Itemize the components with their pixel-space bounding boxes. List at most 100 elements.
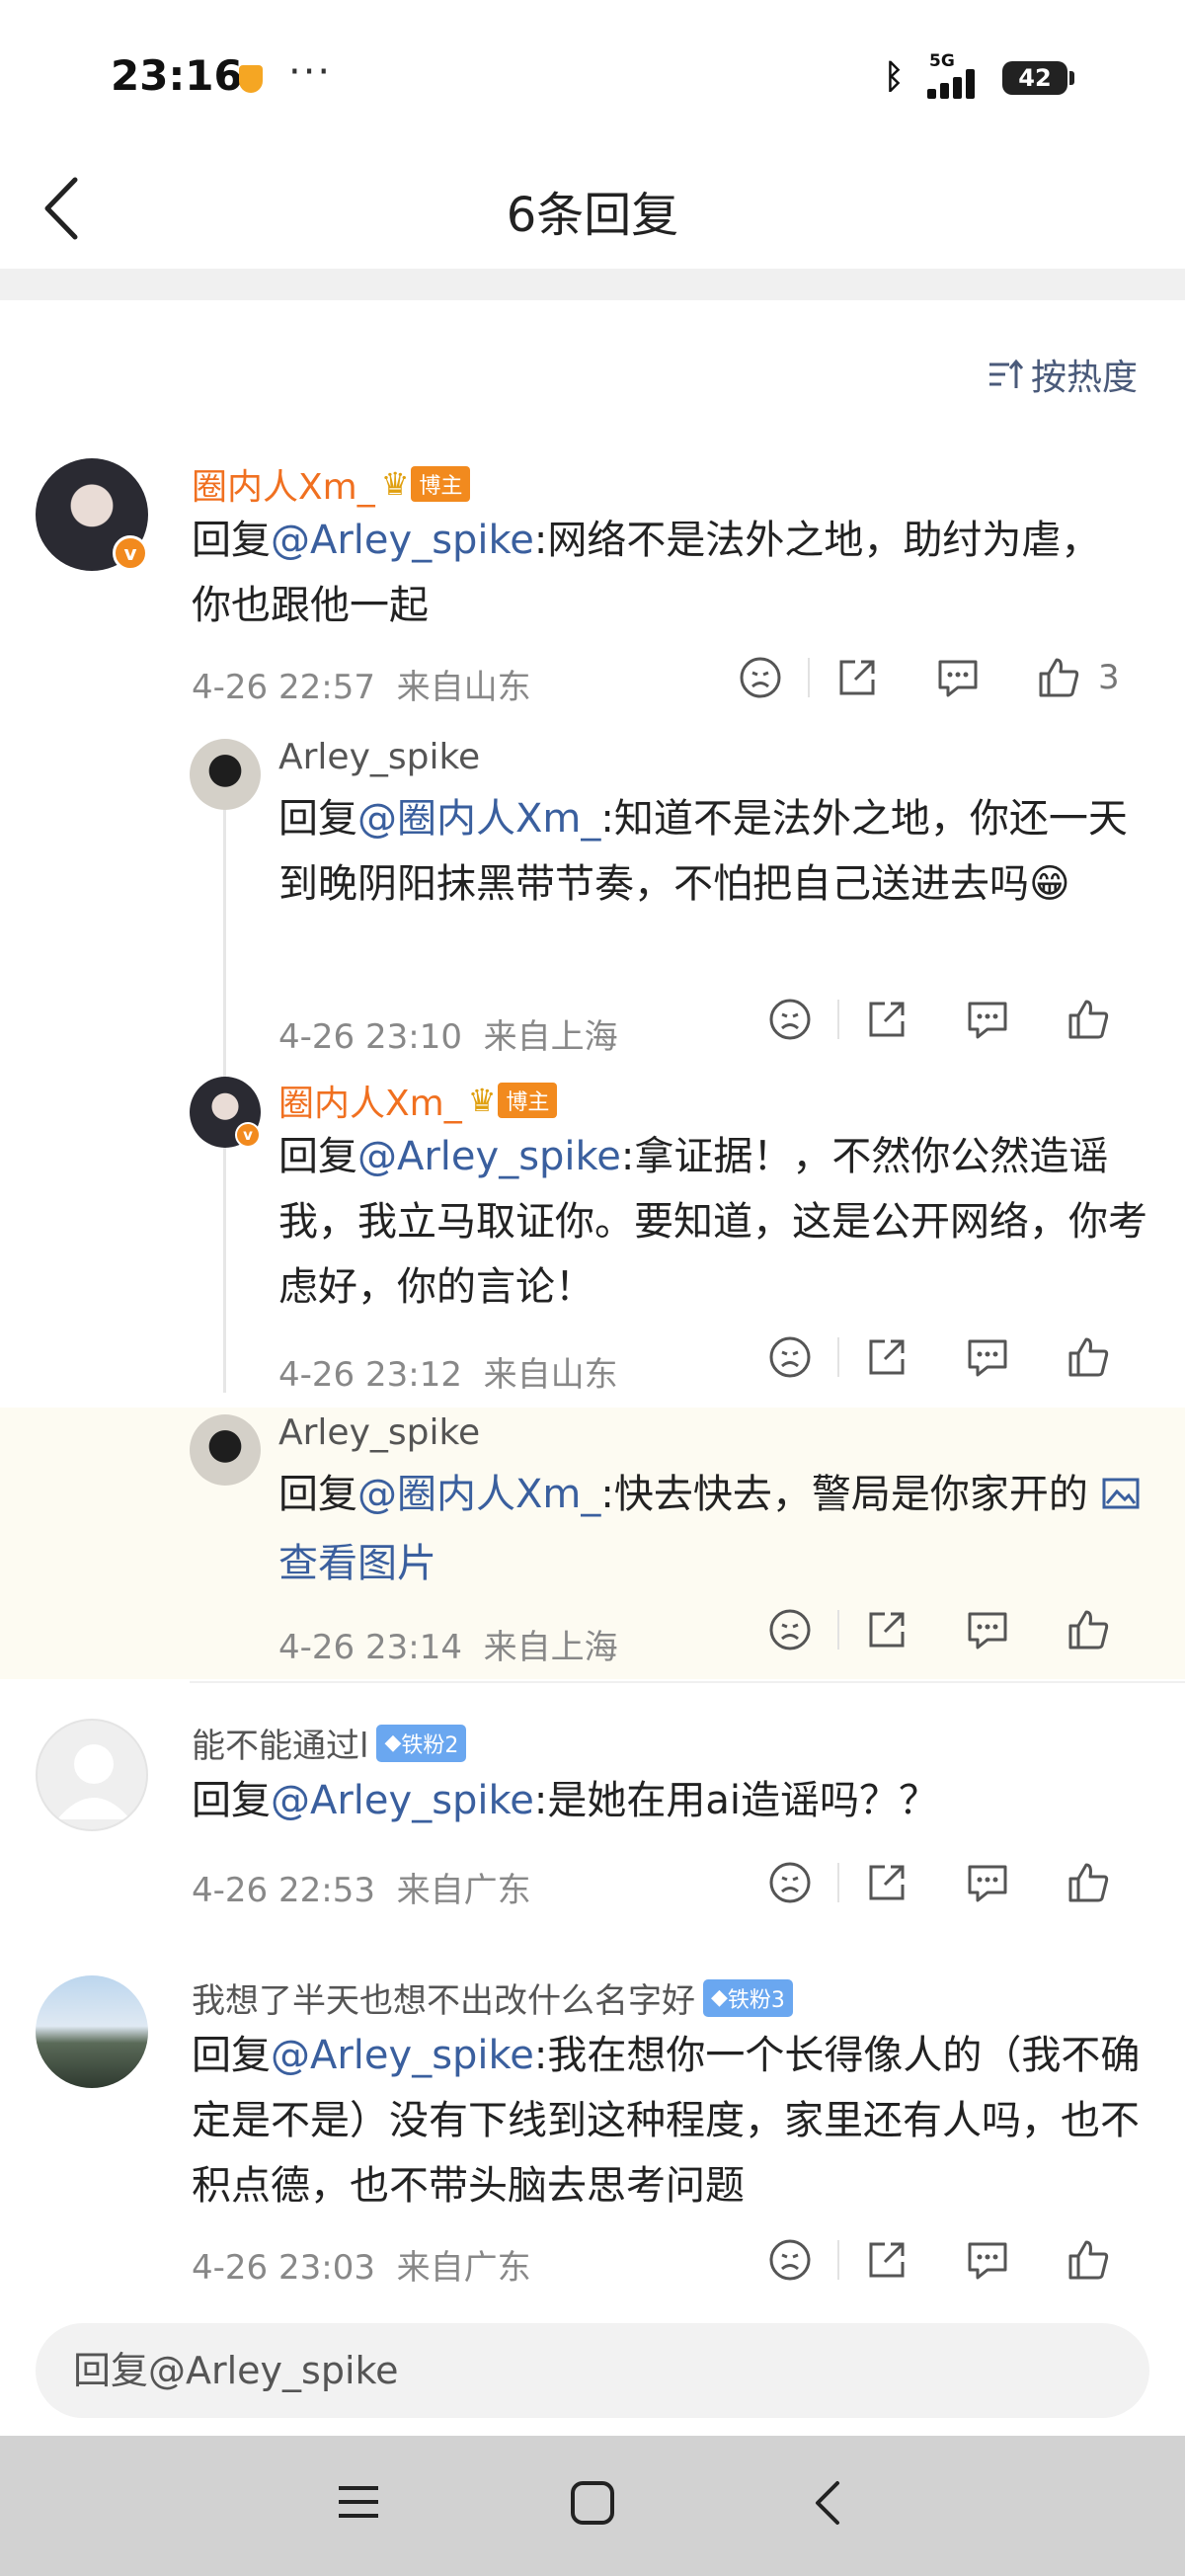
dislike-icon[interactable] [762, 2238, 818, 2282]
share-icon[interactable] [830, 656, 885, 699]
like-icon[interactable] [1061, 2238, 1116, 2282]
comment-header: 能不能通过l ◆ 铁粉2 [192, 1719, 467, 1767]
signal-icon [927, 69, 990, 99]
username[interactable]: 我想了半天也想不出改什么名字好 [192, 1973, 695, 2022]
diamond-icon: ◆ [711, 1985, 728, 2010]
like-icon[interactable] [1031, 656, 1086, 699]
system-nav-bar [0, 2436, 1185, 2576]
comment-icon[interactable] [960, 1335, 1015, 1379]
share-icon[interactable] [859, 1861, 914, 1904]
comment-header: Arley_spike [278, 737, 480, 777]
comment-text: 回复@Arley_spike:我在想你一个长得像人的（我不确定是不是）没有下线到… [192, 2033, 1141, 2209]
like-icon[interactable] [1061, 1861, 1116, 1904]
share-icon[interactable] [859, 2238, 914, 2282]
comment-actions [762, 1608, 1116, 1651]
comment-meta: 4-26 23:03 来自广东 [192, 2240, 531, 2289]
share-icon[interactable] [859, 998, 914, 1041]
battery-icon [1069, 71, 1074, 85]
crown-icon: ♛ [380, 465, 410, 503]
status-icons: ᛒ 5G 42 [884, 51, 1081, 101]
comment-location: 来自上海 [483, 1628, 618, 1667]
sort-icon [989, 359, 1023, 388]
mention-link[interactable]: @Arley_spike [271, 1778, 534, 1823]
menu-icon[interactable] [336, 2479, 381, 2529]
verified-badge-icon: v [235, 1122, 261, 1148]
comment-text: 回复@Arley_spike:网络不是法外之地，助纣为虐，你也跟他一起 [192, 518, 1101, 628]
comment-header: Arley_spike [278, 1412, 480, 1453]
comment-meta: 4-26 23:12 来自山东 [278, 1347, 618, 1396]
shield-icon [239, 65, 263, 93]
comment-actions [762, 1861, 1116, 1904]
avatar[interactable] [190, 1414, 261, 1486]
fan-badge: ◆ 铁粉3 [703, 1978, 793, 2017]
share-icon[interactable] [859, 1335, 914, 1379]
dislike-icon[interactable] [762, 1335, 818, 1379]
mention-link[interactable]: @圈内人Xm_ [357, 796, 600, 842]
comment-text: 回复@圈内人Xm_:知道不是法外之地，你还一天到晚阴阳抹黑带节奏，不怕把自己送进… [278, 796, 1128, 907]
dislike-icon[interactable] [762, 1861, 818, 1904]
comment-time: 4-26 22:53 [192, 1871, 375, 1910]
fan-badge: ◆ 铁粉2 [376, 1724, 467, 1762]
comment-time: 4-26 23:12 [278, 1355, 462, 1395]
avatar[interactable] [36, 1975, 148, 2088]
comment-meta: 4-26 22:53 来自广东 [192, 1863, 531, 1911]
like-icon[interactable] [1061, 998, 1116, 1041]
bluetooth-icon: ᛒ [884, 57, 905, 97]
status-bar: 23:16 ··· ᛒ 5G 42 [0, 0, 1185, 148]
avatar[interactable] [36, 1719, 148, 1831]
dislike-icon[interactable] [733, 656, 788, 699]
network-label: 5G [929, 51, 955, 71]
comment-icon[interactable] [930, 656, 986, 699]
comment-time: 4-26 23:10 [278, 1017, 462, 1057]
comment-location: 来自广东 [396, 2248, 531, 2288]
username[interactable]: Arley_spike [278, 1412, 480, 1453]
comment-time: 4-26 23:14 [278, 1628, 462, 1667]
username[interactable]: 能不能通过l [192, 1719, 368, 1767]
nav-back-icon[interactable] [808, 2479, 847, 2531]
comment-location: 来自山东 [483, 1355, 618, 1395]
reply-input[interactable]: 回复@Arley_spike [36, 2323, 1149, 2418]
comment-actions [762, 1335, 1116, 1379]
like-count: 3 [1098, 658, 1120, 697]
blogger-badge: ♛ 博主 [381, 465, 471, 503]
row-divider [190, 1681, 1185, 1683]
comment-text: 回复@Arley_spike:拿证据！，不然你公然造谣我，我立马取证你。要知道，… [278, 1134, 1147, 1310]
page-title: 6条回复 [506, 188, 679, 243]
comment-actions: 3 [733, 656, 1120, 699]
mention-link[interactable]: @圈内人Xm_ [357, 1472, 600, 1517]
blogger-badge: ♛ 博主 [468, 1082, 558, 1119]
battery-level: 42 [1002, 61, 1067, 95]
comment-header: 我想了半天也想不出改什么名字好 ◆ 铁粉3 [192, 1973, 793, 2022]
comment-meta: 4-26 23:10 来自上海 [278, 1009, 618, 1058]
mention-link[interactable]: @Arley_spike [271, 2033, 534, 2078]
comment-time: 4-26 23:03 [192, 2248, 375, 2288]
like-icon[interactable] [1061, 1608, 1116, 1651]
status-time: 23:16 [111, 51, 243, 100]
mention-link[interactable]: @Arley_spike [357, 1134, 621, 1179]
comment-meta: 4-26 23:14 来自上海 [278, 1620, 618, 1668]
home-icon[interactable] [569, 2479, 616, 2531]
comment-location: 来自广东 [396, 1871, 531, 1910]
mention-link[interactable]: @Arley_spike [271, 518, 534, 563]
sort-button[interactable]: 按热度 [988, 350, 1138, 399]
comment-meta: 4-26 22:57 来自山东 [192, 660, 531, 708]
like-icon[interactable] [1061, 1335, 1116, 1379]
comment-icon[interactable] [960, 1861, 1015, 1904]
more-dots: ··· [288, 49, 333, 95]
comment-icon[interactable] [960, 1608, 1015, 1651]
header-divider [0, 269, 1185, 300]
dislike-icon[interactable] [762, 1608, 818, 1651]
crown-icon: ♛ [467, 1082, 497, 1119]
username[interactable]: Arley_spike [278, 737, 480, 777]
username[interactable]: 圈内人Xm_ [192, 458, 375, 510]
share-icon[interactable] [859, 1608, 914, 1651]
comment-icon[interactable] [960, 998, 1015, 1041]
avatar[interactable] [190, 739, 261, 810]
comment-icon[interactable] [960, 2238, 1015, 2282]
dislike-icon[interactable] [762, 998, 818, 1041]
verified-badge-icon: v [113, 535, 148, 571]
comment-actions [762, 998, 1116, 1041]
comment-location: 来自上海 [483, 1017, 618, 1057]
header: 6条回复 [0, 148, 1185, 267]
username[interactable]: 圈内人Xm_ [278, 1075, 462, 1126]
